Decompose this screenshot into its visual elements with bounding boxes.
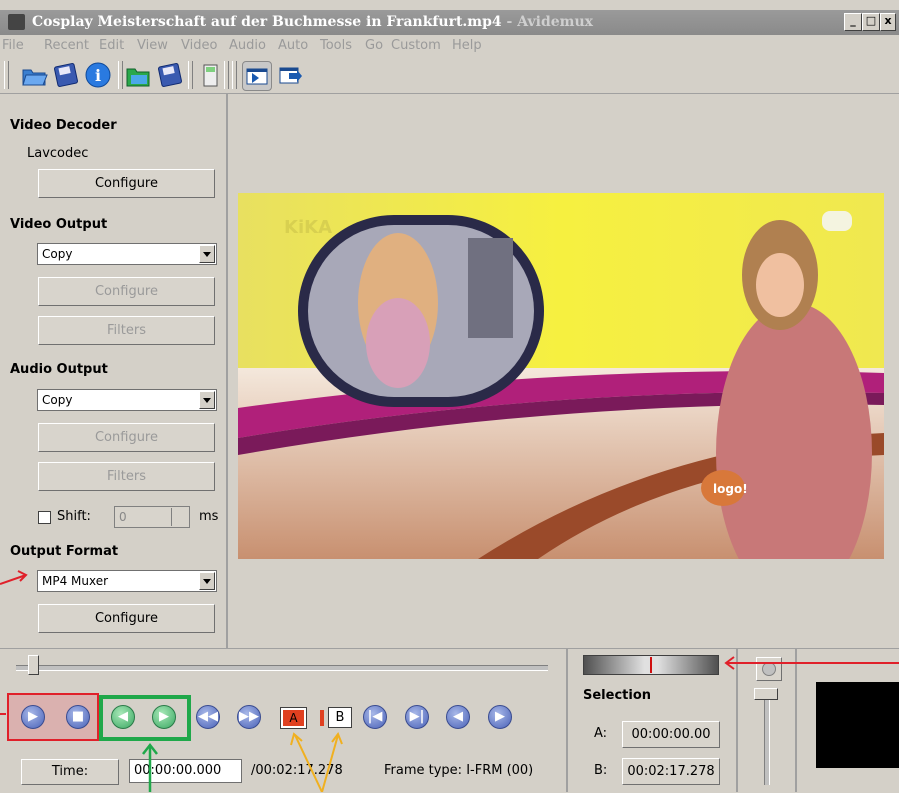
green-arrow [142,742,158,792]
red-arrows [0,570,899,715]
yellow-arrows [290,731,343,792]
annotation-arrows [0,570,899,792]
